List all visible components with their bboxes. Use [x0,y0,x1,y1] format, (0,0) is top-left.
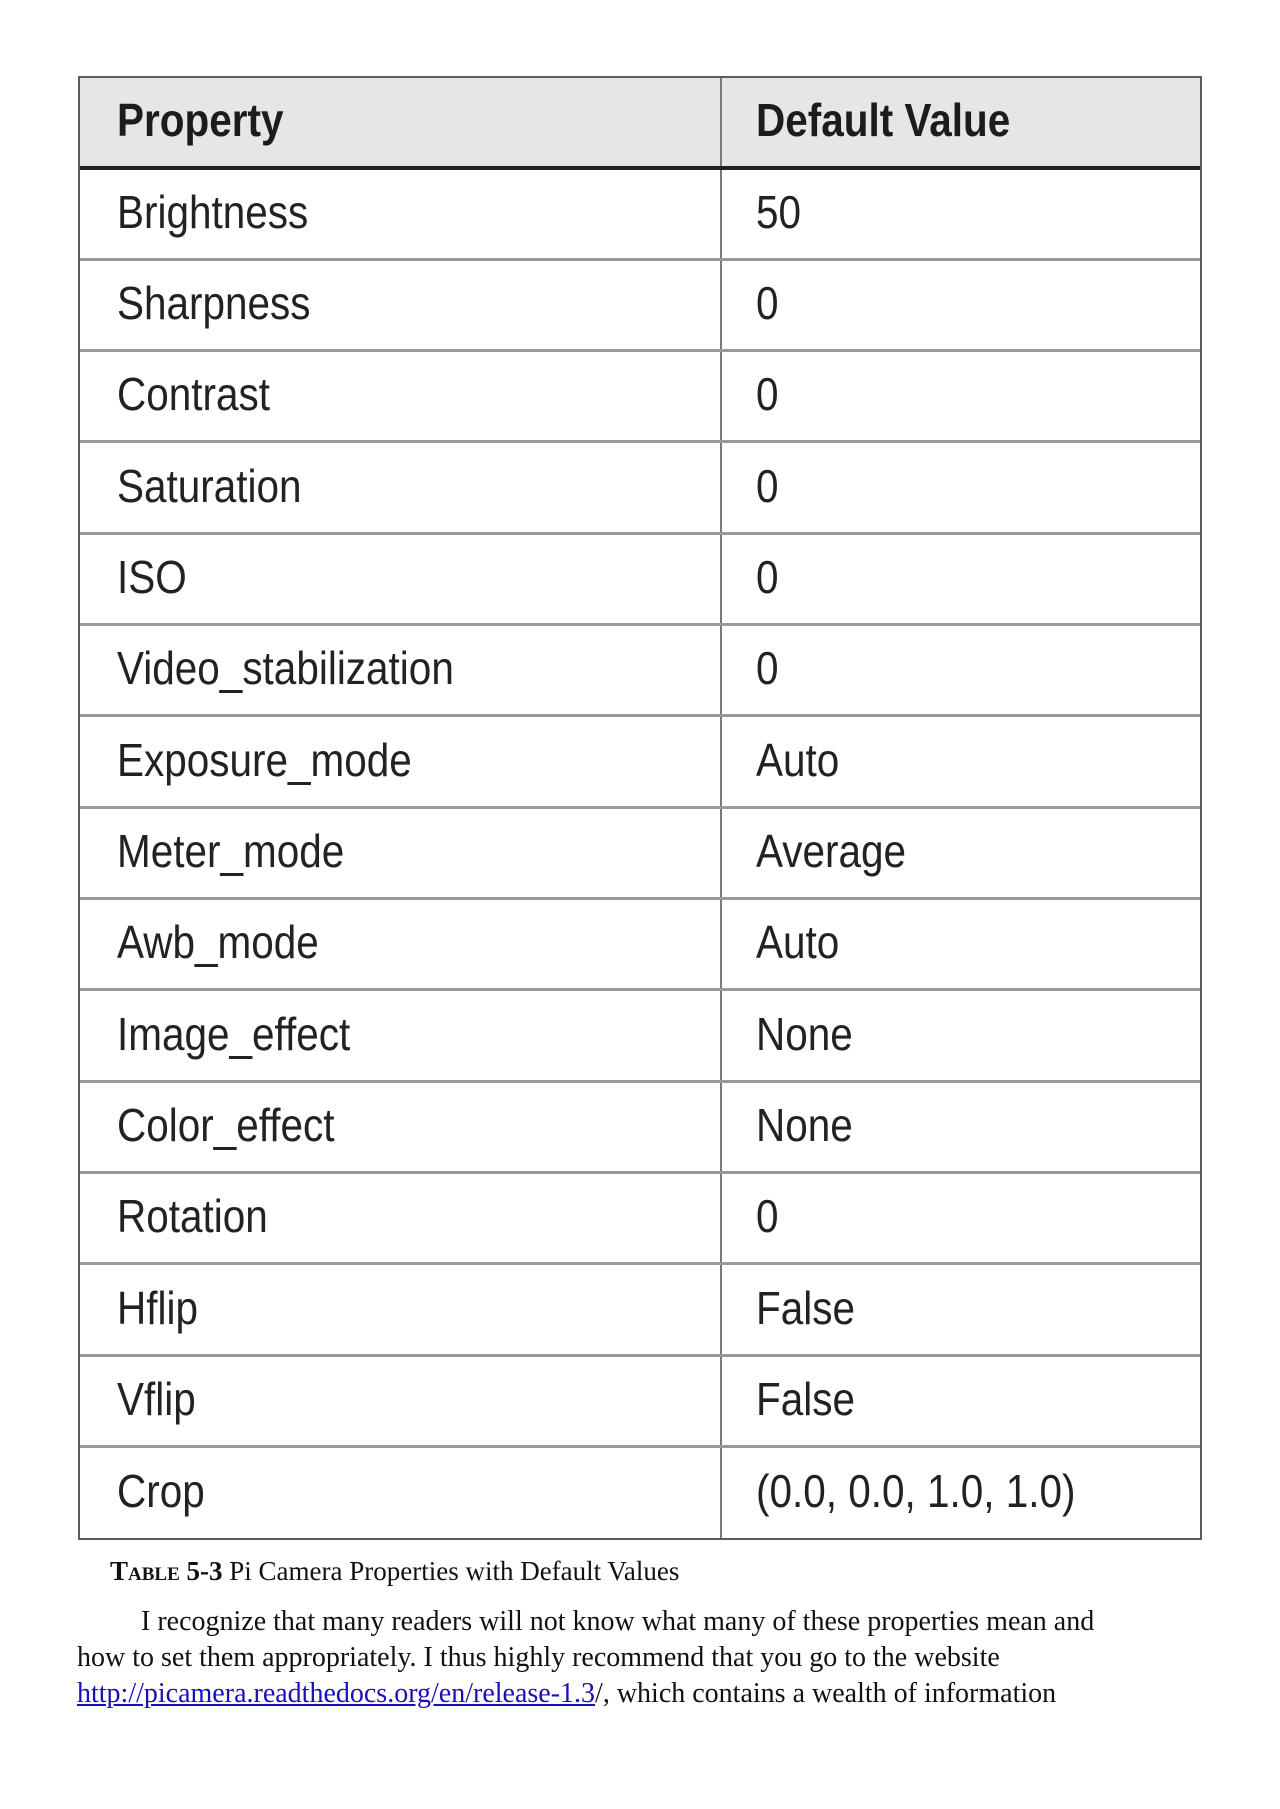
cell-property: Awb_mode [80,897,722,990]
cell-property: Video_stabilization [80,623,722,716]
cell-default-value: 0 [721,623,1200,716]
table-row: Meter_mode Average [80,805,1200,899]
table-row: Vflip False [80,1353,1200,1447]
table-row: Rotation 0 [80,1171,1200,1264]
cell-default-value: 50 [756,185,802,238]
cell-property: Color_effect [80,1079,722,1173]
table-row: Contrast 0 [80,349,1200,442]
cell-property: Vflip [80,1353,722,1447]
table-header-row: Property Default Value [80,78,1200,170]
cell-default-value: (0.0, 0.0, 1.0, 1.0) [721,1445,1200,1538]
cell-property: Exposure_mode [80,714,722,808]
cell-property: Crop [80,1445,722,1538]
table-row: Video_stabilization 0 [80,623,1200,716]
cell-default-value: Auto [721,714,1200,808]
cell-property: Meter_mode [80,805,722,899]
paragraph-line-3: http://picamera.readthedocs.org/en/relea… [77,1676,1207,1712]
cell-default-value: Auto [721,897,1200,990]
paragraph-line-2: how to set them appropriately. I thus hi… [77,1642,1000,1673]
table-row: Saturation 0 [80,440,1200,534]
cell-default-value: 0 [721,257,1200,351]
cell-default-value: False [721,1262,1200,1356]
table-caption-label: Table 5-3 [110,1556,223,1586]
table-row: Exposure_mode Auto [80,714,1200,808]
camera-properties-table-container: Property Default Value Brightness 50 Shar… [78,76,1202,1540]
table-caption: Table 5-3 Pi Camera Properties with Defa… [110,1556,679,1587]
cell-property: Sharpness [80,257,722,351]
table-row: ISO 0 [80,531,1200,625]
cell-property: Hflip [80,1262,722,1356]
paragraph-line-3-text: /, which contains a wealth of informatio… [595,1678,1057,1709]
cell-default-value: 0 [721,440,1200,534]
cell-default-value: 0 [721,1171,1200,1264]
column-header-default-value: Default Value [721,78,1200,170]
body-paragraph: I recognize that many readers will not k… [77,1604,1207,1712]
paragraph-line-1: I recognize that many readers will not k… [141,1606,1095,1637]
cell-default-value: None [721,1079,1200,1173]
table-row: Crop (0.0, 0.0, 1.0, 1.0) [80,1445,1200,1538]
column-header-property: Property [80,78,722,170]
cell-property: Contrast [80,349,722,442]
camera-properties-table: Property Default Value Brightness 50 Shar… [80,78,1200,1538]
cell-property: Brightness [80,168,722,260]
cell-property: Image_effect [80,988,722,1082]
table-row: Hflip False [80,1262,1200,1356]
table-row: Sharpness 0 [80,257,1200,351]
table-row: Image_effect None [80,988,1200,1082]
table-row: Color_effect None [80,1079,1200,1173]
cell-property: Saturation [80,440,722,534]
table-row: Brightness 50 [80,168,1200,260]
picamera-docs-link[interactable]: http://picamera.readthedocs.org/en/relea… [77,1678,595,1709]
table-body: Brightness 50 Sharpness 0 Contrast 0 Satura… [80,168,1200,1538]
table-caption-text: Pi Camera Properties with Default Values [222,1556,680,1586]
cell-property: ISO [80,531,722,625]
cell-default-value: 0 [721,349,1200,442]
cell-default-value: None [721,988,1200,1082]
cell-default-value: Average [721,805,1200,899]
cell-property: Rotation [80,1171,722,1264]
table-row: Awb_mode Auto [80,897,1200,990]
cell-default-value: False [721,1353,1200,1447]
cell-default-value: 0 [721,531,1200,625]
